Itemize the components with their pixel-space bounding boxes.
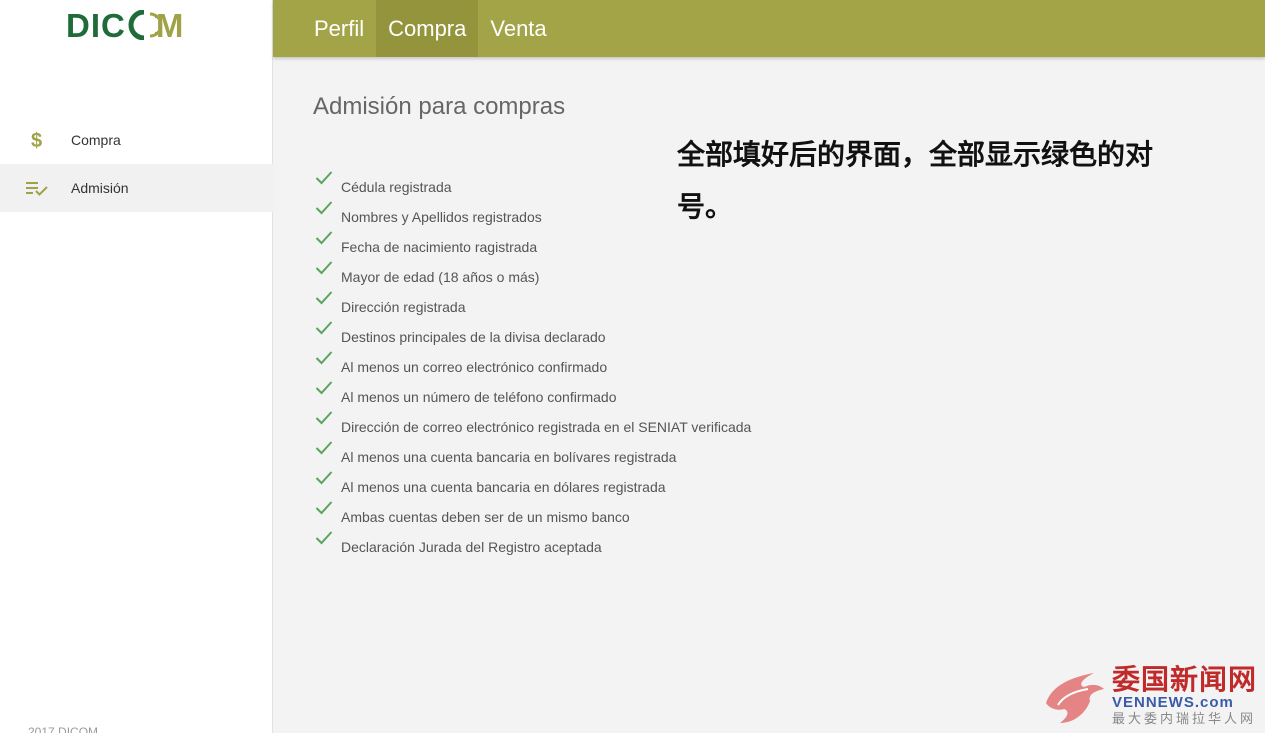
- check-icon: [315, 321, 333, 335]
- checklist-item-label: Dirección de correo electrónico registra…: [341, 419, 752, 435]
- sidebar-item-compra[interactable]: $ Compra: [0, 116, 273, 164]
- top-navigation: Perfil Compra Venta: [273, 0, 1265, 57]
- check-icon: [315, 291, 333, 305]
- watermark-subtitle: 最大委内瑞拉华人网: [1111, 711, 1256, 726]
- sidebar-nav: $ Compra Admisión: [0, 116, 273, 212]
- tab-perfil[interactable]: Perfil: [302, 0, 376, 57]
- check-icon: [315, 471, 333, 485]
- dicom-logo[interactable]: DIC M: [66, 8, 184, 42]
- phoenix-logo-icon: [1045, 673, 1104, 723]
- logo-text-right: M: [155, 6, 185, 44]
- checklist-item: Al menos un número de teléfono confirmad…: [315, 380, 751, 410]
- checklist-item: Dirección registrada: [315, 290, 751, 320]
- checklist-item: Declaración Jurada del Registro aceptada: [315, 530, 751, 560]
- tab-venta[interactable]: Venta: [478, 0, 558, 57]
- check-icon: [315, 501, 333, 515]
- checklist-icon: [26, 177, 48, 199]
- page-title: Admisión para compras: [313, 93, 566, 120]
- checklist-item-label: Dirección registrada: [341, 299, 466, 315]
- checklist-item-label: Al menos un número de teléfono confirmad…: [341, 389, 617, 405]
- checklist-item: Al menos un correo electrónico confirmad…: [315, 350, 751, 380]
- tab-compra[interactable]: Compra: [376, 0, 479, 57]
- check-icon: [315, 171, 333, 185]
- check-icon: [315, 231, 333, 245]
- checklist-item-label: Mayor de edad (18 años o más): [341, 269, 540, 285]
- checklist-item: Fecha de nacimiento ragistrada: [315, 230, 751, 260]
- dollar-icon: $: [26, 129, 48, 151]
- checklist-item-label: Fecha de nacimiento ragistrada: [341, 239, 538, 255]
- sidebar-footer: 2017 DICOM: [28, 725, 99, 733]
- checklist-item-label: Ambas cuentas deben ser de un mismo banc…: [341, 509, 630, 525]
- watermark: 委国新闻网 VENNEWS.com 最大委内瑞拉华人网: [1038, 665, 1257, 727]
- sidebar: DIC M $ Compra Admisión 2017 DICOM: [0, 0, 273, 733]
- watermark-site-name: VENNEWS.com: [1111, 694, 1234, 711]
- checklist-item-label: Al menos un correo electrónico confirmad…: [341, 359, 608, 375]
- checklist-item: Al menos una cuenta bancaria en dólares …: [315, 470, 751, 500]
- checklist-item-label: Cédula registrada: [341, 179, 452, 195]
- logo-text-left: DIC: [66, 6, 126, 44]
- check-icon: [315, 201, 333, 215]
- check-icon: [315, 411, 333, 425]
- checklist-item: Al menos una cuenta bancaria en bolívare…: [315, 440, 751, 470]
- watermark-chinese-title: 委国新闻网: [1111, 664, 1257, 695]
- main-content: Admisión para compras Cédula registrada …: [273, 57, 1265, 733]
- sidebar-item-label: Compra: [71, 132, 121, 148]
- sidebar-item-label: Admisión: [71, 180, 129, 196]
- checklist-item: Mayor de edad (18 años o más): [315, 260, 751, 290]
- check-icon: [315, 351, 333, 365]
- check-icon: [315, 441, 333, 455]
- checklist-item-label: Destinos principales de la divisa declar…: [341, 329, 606, 345]
- annotation-text: 全部填好后的界面，全部显示绿色的对号。: [677, 139, 1154, 222]
- checklist-item: Ambas cuentas deben ser de un mismo banc…: [315, 500, 751, 530]
- watermark-texts: 委国新闻网 VENNEWS.com 最大委内瑞拉华人网: [1112, 665, 1257, 727]
- checklist-item-label: Al menos una cuenta bancaria en bolívare…: [341, 449, 677, 465]
- check-icon: [315, 381, 333, 395]
- checklist-item-label: Al menos una cuenta bancaria en dólares …: [341, 479, 666, 495]
- logo-swoosh-icon: [128, 10, 158, 40]
- checklist-item-label: Declaración Jurada del Registro aceptada: [341, 539, 602, 555]
- checklist-item: Destinos principales de la divisa declar…: [315, 320, 751, 350]
- svg-text:$: $: [31, 130, 42, 151]
- checklist-item-label: Nombres y Apellidos registrados: [341, 209, 542, 225]
- check-icon: [315, 261, 333, 275]
- check-icon: [315, 531, 333, 545]
- checklist-item: Dirección de correo electrónico registra…: [315, 410, 751, 440]
- sidebar-item-admision[interactable]: Admisión: [0, 164, 273, 212]
